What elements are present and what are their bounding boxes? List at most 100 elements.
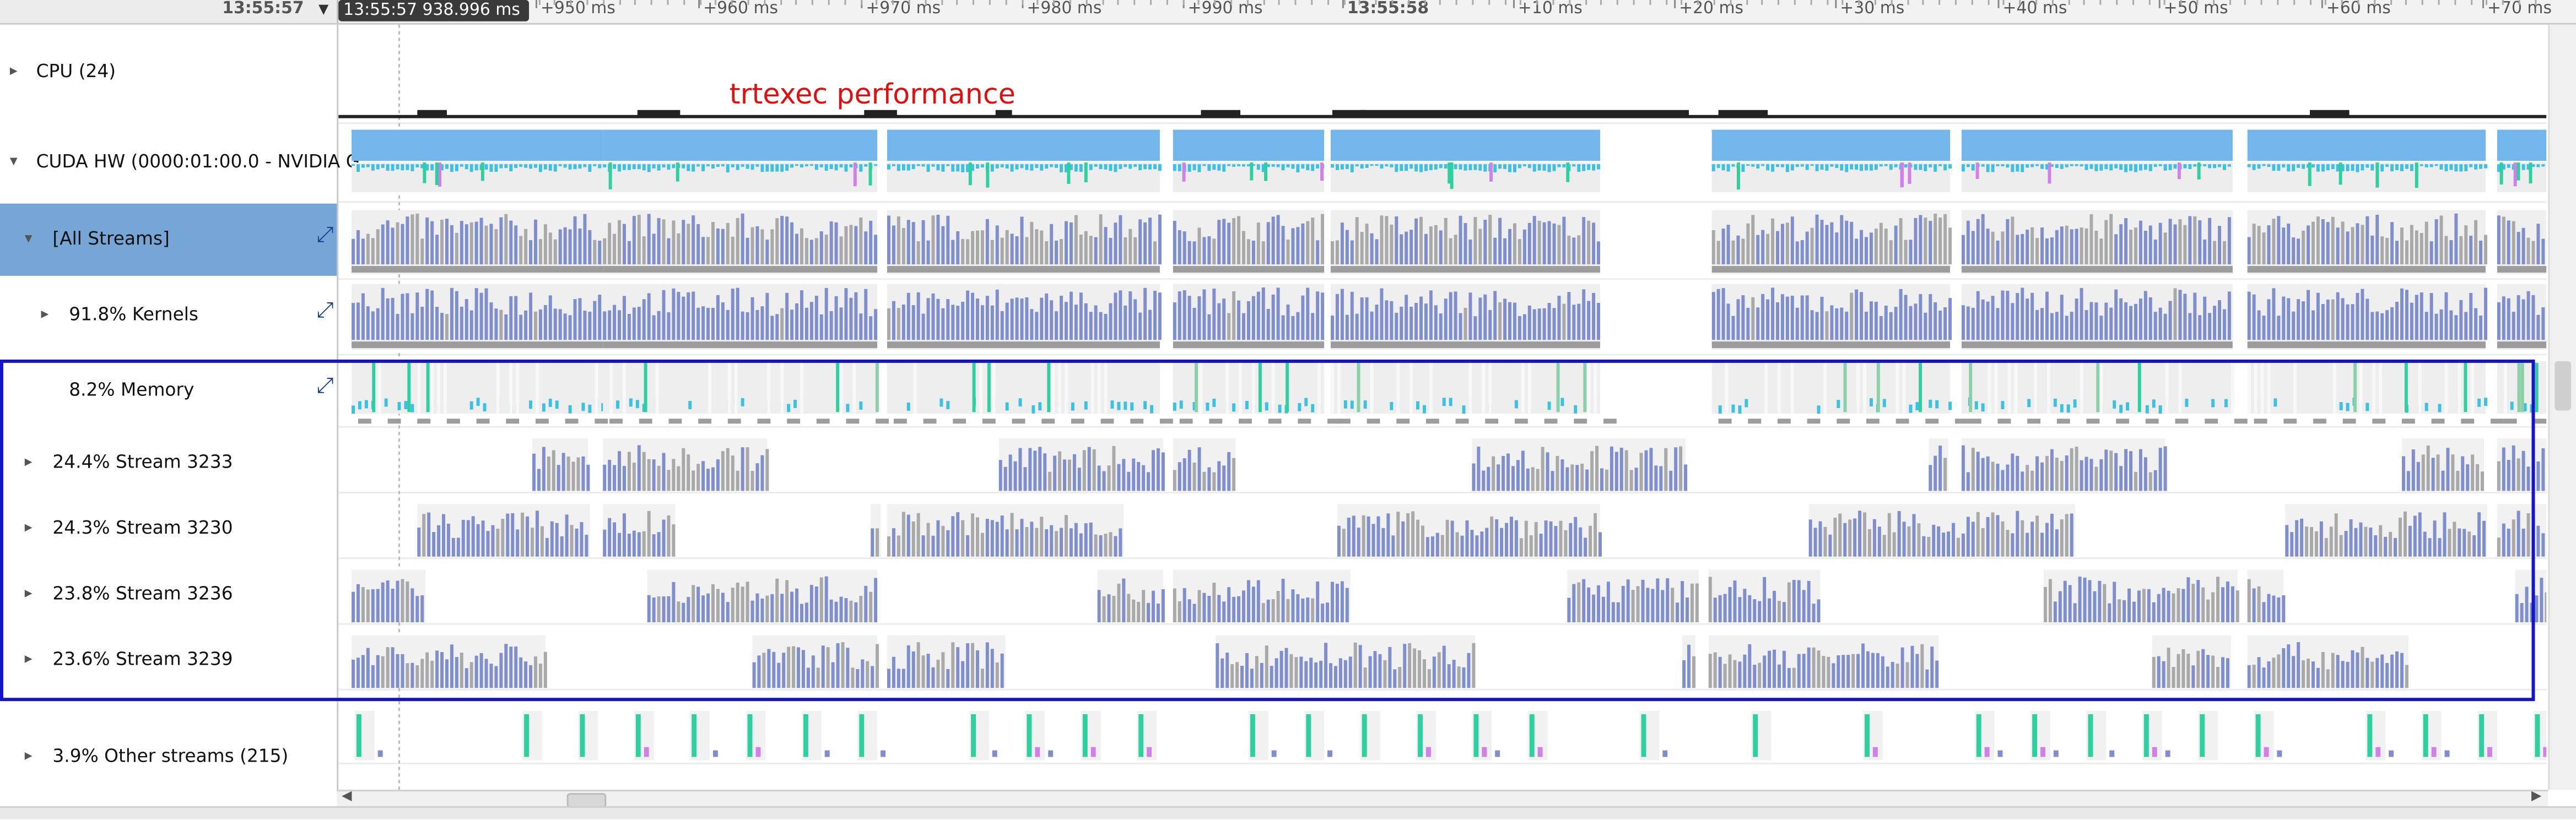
cuda-memcpy-bar[interactable] bbox=[1961, 164, 1965, 172]
cuda-memcpy-bar[interactable] bbox=[1929, 164, 1932, 167]
stream-kernel-bar[interactable] bbox=[1733, 580, 1737, 622]
memcpy-bar[interactable] bbox=[1514, 400, 1518, 409]
kernel-bar[interactable] bbox=[1991, 231, 1995, 265]
stream-kernel-bar[interactable] bbox=[985, 642, 989, 688]
kernel-bar[interactable] bbox=[2536, 224, 2540, 265]
stream-kernel-bar[interactable] bbox=[731, 588, 735, 622]
stream-kernel-bar[interactable] bbox=[455, 657, 458, 688]
kernel-bar[interactable] bbox=[2346, 304, 2350, 340]
cuda-memcpy-bar[interactable] bbox=[647, 164, 651, 172]
stream-kernel-bar[interactable] bbox=[846, 648, 850, 688]
cuda-memcpy-bar[interactable] bbox=[1119, 164, 1122, 169]
kernel-bar[interactable] bbox=[1830, 222, 1834, 265]
kernel-bar[interactable] bbox=[1449, 292, 1452, 340]
stream-kernel-bar[interactable] bbox=[1450, 520, 1454, 557]
cuda-memcpy-bar[interactable] bbox=[1291, 164, 1295, 169]
cuda-memcpy-bar[interactable] bbox=[2188, 164, 2192, 170]
stream-kernel-bar[interactable] bbox=[824, 576, 828, 622]
kernel-bar[interactable] bbox=[1375, 239, 1379, 265]
kernel-bar[interactable] bbox=[2099, 238, 2103, 265]
stream-kernel-bar[interactable] bbox=[1182, 458, 1186, 491]
kernel-bar[interactable] bbox=[736, 218, 739, 265]
stream-kernel-bar[interactable] bbox=[2329, 526, 2333, 557]
memory-summary-bar[interactable] bbox=[1895, 419, 1909, 424]
stream-kernel-bar[interactable] bbox=[1147, 472, 1151, 491]
stream-kernel-bar[interactable] bbox=[2526, 513, 2530, 557]
stream-kernel-bar[interactable] bbox=[801, 650, 805, 688]
stream-kernel-bar[interactable] bbox=[706, 469, 710, 491]
kernel-bar[interactable] bbox=[1766, 299, 1770, 340]
kernel-bar[interactable] bbox=[770, 229, 774, 265]
kernel-bar[interactable] bbox=[1192, 241, 1196, 265]
stream-kernel-bar[interactable] bbox=[2370, 661, 2374, 688]
kernel-bar[interactable] bbox=[1542, 308, 1546, 340]
kernel-bar[interactable] bbox=[1473, 316, 1477, 340]
stream-kernel-bar[interactable] bbox=[804, 602, 808, 622]
stream-kernel-bar[interactable] bbox=[1411, 511, 1415, 557]
stream-kernel-bar[interactable] bbox=[1457, 666, 1461, 688]
stream-kernel-bar[interactable] bbox=[2026, 533, 2029, 557]
cuda-memcpy-bar[interactable] bbox=[2282, 164, 2286, 168]
memory-gap[interactable] bbox=[2267, 361, 2271, 414]
stream-kernel-bar[interactable] bbox=[1631, 590, 1635, 622]
stream-kernel-bar[interactable] bbox=[1112, 596, 1116, 622]
cuda-memcpy-bar[interactable] bbox=[622, 164, 626, 170]
kernel-bar[interactable] bbox=[662, 219, 666, 265]
kernel-bar[interactable] bbox=[613, 233, 617, 265]
stream-kernel-bar[interactable] bbox=[662, 519, 666, 557]
kernel-bar[interactable] bbox=[2512, 221, 2515, 265]
kernel-bar[interactable] bbox=[980, 305, 984, 340]
stream-kernel-bar[interactable] bbox=[1023, 467, 1027, 491]
stream-kernel-bar[interactable] bbox=[1266, 599, 1270, 622]
cuda-memcpy-bar[interactable] bbox=[1711, 164, 1715, 171]
stream-kernel-bar[interactable] bbox=[2124, 449, 2128, 491]
stream-kernel-bar[interactable] bbox=[1937, 526, 1941, 557]
memcpy-bar[interactable] bbox=[404, 401, 408, 410]
cuda-memcpy-bar[interactable] bbox=[2469, 164, 2473, 167]
kernel-bar[interactable] bbox=[2218, 226, 2222, 265]
cuda-memcpy-bar[interactable] bbox=[1919, 164, 1922, 170]
memory-summary-bar[interactable] bbox=[1485, 419, 1499, 424]
stream-kernel-bar[interactable] bbox=[450, 644, 453, 688]
kernel-bar[interactable] bbox=[1040, 230, 1044, 265]
cuda-memcpy-bar[interactable] bbox=[2361, 164, 2364, 171]
stream-kernel-bar[interactable] bbox=[1812, 647, 1816, 688]
memcpy-spike[interactable] bbox=[2517, 362, 2521, 412]
memory-gap[interactable] bbox=[1587, 361, 1591, 414]
kernel-bar[interactable] bbox=[829, 311, 833, 340]
kernel-bar[interactable] bbox=[2070, 229, 2073, 265]
tree-row[interactable]: ▶ 24.3% Stream 3230 bbox=[0, 517, 337, 540]
cuda-memcpy-bar[interactable] bbox=[1227, 164, 1231, 166]
kernel-bar[interactable] bbox=[1860, 292, 1864, 340]
kernel-bar[interactable] bbox=[1010, 298, 1014, 340]
cuda-memcpy-bar[interactable] bbox=[2292, 164, 2296, 171]
stream-kernel-bar[interactable] bbox=[1232, 458, 1236, 491]
stream-kernel-bar[interactable] bbox=[2257, 586, 2261, 622]
kernel-bar[interactable] bbox=[2434, 219, 2438, 265]
cuda-memcpy-bar[interactable] bbox=[1860, 164, 1864, 171]
kernel-bar[interactable] bbox=[2336, 292, 2340, 340]
kernel-bar[interactable] bbox=[1731, 240, 1735, 265]
stream-kernel-bar[interactable] bbox=[1777, 600, 1781, 622]
stream-kernel-bar[interactable] bbox=[1112, 446, 1116, 491]
cuda-memcpy-bar[interactable] bbox=[613, 164, 617, 169]
stream-kernel-bar[interactable] bbox=[1008, 454, 1012, 491]
stream-kernel-bar[interactable] bbox=[1079, 533, 1083, 557]
kernel-bar[interactable] bbox=[1143, 222, 1147, 265]
memcpy-bar[interactable] bbox=[2438, 404, 2442, 412]
stream-kernel-bar[interactable] bbox=[1326, 602, 1330, 622]
kernel-bar[interactable] bbox=[1370, 311, 1374, 340]
stream-kernel-bar[interactable] bbox=[911, 521, 915, 557]
stream-kernel-bar[interactable] bbox=[1646, 588, 1650, 622]
kernel-bar[interactable] bbox=[2213, 241, 2217, 265]
stream-kernel-bar[interactable] bbox=[2314, 531, 2318, 557]
kernel-bar[interactable] bbox=[2444, 292, 2448, 340]
cuda-memcpy-bar[interactable] bbox=[2222, 164, 2226, 170]
kernel-bar[interactable] bbox=[814, 238, 818, 265]
cuda-memcpy-bar[interactable] bbox=[1780, 164, 1784, 167]
stream-kernel-bar[interactable] bbox=[647, 595, 651, 622]
cuda-memcpy-bar[interactable] bbox=[1766, 164, 1770, 171]
kernel-bar[interactable] bbox=[1133, 237, 1137, 265]
stream-kernel-bar[interactable] bbox=[2108, 603, 2111, 622]
cuda-memcpy-bar[interactable] bbox=[1810, 164, 1814, 166]
